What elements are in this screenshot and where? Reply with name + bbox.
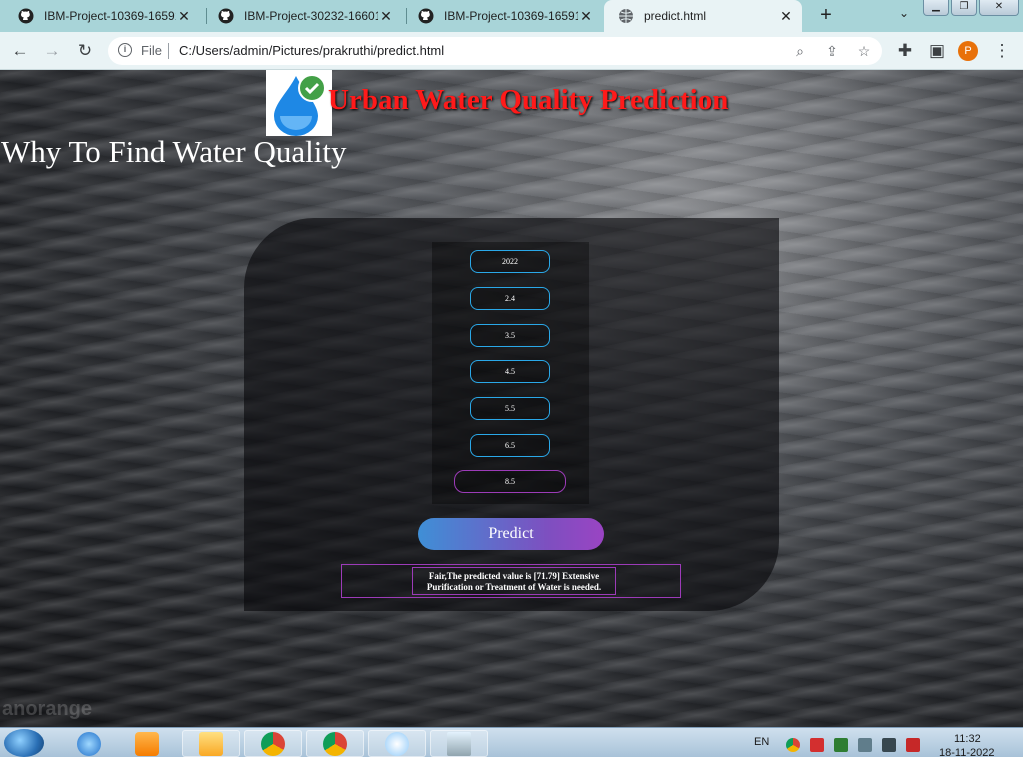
windows-taskbar: EN 11:32 18-11-2022 — [0, 727, 1023, 757]
close-window-icon[interactable]: ✕ — [979, 0, 1019, 16]
close-tab-icon[interactable]: ✕ — [578, 8, 594, 25]
parameter-input-1[interactable]: 2.4 — [470, 287, 550, 310]
prediction-result: Fair,The predicted value is [71.79] Exte… — [412, 567, 616, 595]
tab-ibm-project-2[interactable]: IBM-Project-30232-16601 ✕ — [204, 0, 402, 32]
tab-ibm-project-3[interactable]: IBM-Project-10369-16591 ✕ — [404, 0, 602, 32]
chrome-icon[interactable] — [244, 730, 302, 757]
file-explorer-icon[interactable] — [182, 730, 240, 757]
antivirus-tray-icon[interactable] — [810, 738, 824, 752]
reload-icon[interactable]: ↻ — [73, 39, 97, 63]
chrome-glyph — [323, 731, 347, 756]
address-bar[interactable]: i File C:/Users/admin/Pictures/prakruthi… — [108, 37, 882, 65]
address-divider — [168, 43, 169, 59]
chrome-profile-icon[interactable] — [306, 730, 364, 757]
chrome-glyph — [261, 731, 285, 756]
tab-ibm-project-1[interactable]: IBM-Project-10369-16591 ✕ — [4, 0, 200, 32]
clock-date[interactable]: 18-11-2022 — [939, 747, 994, 757]
share-icon[interactable]: ⇪ — [822, 41, 842, 61]
prediction-panel: 2022 2.4 3.5 4.5 5.5 6.5 8.5 Predict Fai… — [244, 218, 779, 611]
notepad-icon[interactable] — [430, 730, 488, 757]
minimize-icon[interactable]: ▁ — [923, 0, 949, 16]
internet-explorer-icon[interactable] — [60, 730, 118, 757]
water-drop-logo-icon — [266, 70, 332, 136]
site-info-icon[interactable]: i — [118, 43, 132, 57]
close-tab-icon[interactable]: ✕ — [378, 8, 394, 25]
tab-predict[interactable]: predict.html ✕ — [604, 0, 802, 32]
site-title: Urban Water Quality Prediction — [328, 84, 729, 116]
tab-strip: IBM-Project-10369-16591 ✕ IBM-Project-30… — [0, 0, 1023, 32]
github-icon — [418, 8, 434, 24]
predict-button[interactable]: Predict — [418, 518, 604, 550]
github-icon — [218, 8, 234, 24]
tab-search-button[interactable]: ⌄ — [894, 6, 914, 26]
back-arrow-icon[interactable]: ← — [8, 39, 32, 63]
volume-muted-icon[interactable] — [858, 738, 872, 752]
notepad-glyph — [447, 731, 471, 756]
palette-glyph — [385, 731, 409, 756]
close-tab-icon[interactable]: ✕ — [176, 8, 192, 25]
menu-kebab-icon[interactable]: ⋮ — [990, 39, 1014, 63]
new-tab-button[interactable]: + — [814, 4, 838, 28]
media-player-icon[interactable] — [118, 730, 176, 757]
media-glyph — [135, 731, 159, 756]
background-watermark: anorange — [2, 698, 93, 720]
page-viewport: Urban Water Quality Prediction Why To Fi… — [0, 70, 1023, 727]
parameter-input-5[interactable]: 6.5 — [470, 434, 550, 457]
url-text[interactable]: C:/Users/admin/Pictures/prakruthi/predic… — [179, 43, 444, 58]
page-heading: Why To Find Water Quality — [1, 134, 347, 169]
chrome-tray-icon[interactable] — [786, 738, 800, 752]
parameter-input-2[interactable]: 3.5 — [470, 324, 550, 347]
close-tab-icon[interactable]: ✕ — [778, 8, 794, 25]
window-controls: ▁ ❐ ✕ — [921, 0, 1019, 16]
restore-icon[interactable]: ❐ — [951, 0, 977, 16]
extensions-puzzle-icon[interactable]: ✚ — [893, 39, 917, 63]
start-button[interactable] — [4, 729, 44, 757]
globe-icon — [618, 8, 634, 24]
ie-glyph — [77, 731, 101, 756]
input-form: 2022 2.4 3.5 4.5 5.5 6.5 8.5 — [432, 242, 589, 504]
paint-icon[interactable] — [368, 730, 426, 757]
side-panel-icon[interactable]: ▣ — [925, 39, 949, 63]
tab-title: IBM-Project-10369-16591 — [444, 9, 578, 23]
profile-avatar[interactable]: P — [958, 41, 978, 61]
clock-time[interactable]: 11:32 — [954, 733, 981, 745]
browser-toolbar: ← → ↻ i File C:/Users/admin/Pictures/pra… — [0, 32, 1023, 70]
forward-arrow-icon[interactable]: → — [40, 39, 64, 63]
folder-glyph — [199, 731, 223, 756]
parameter-input-4[interactable]: 5.5 — [470, 397, 550, 420]
bookmark-star-icon[interactable]: ☆ — [854, 41, 874, 61]
language-indicator[interactable]: EN — [754, 736, 769, 748]
result-box: Fair,The predicted value is [71.79] Exte… — [341, 564, 681, 598]
parameter-input-6[interactable]: 8.5 — [454, 470, 566, 493]
tab-title: predict.html — [644, 9, 707, 23]
year-input[interactable]: 2022 — [470, 250, 550, 273]
scheme-label: File — [141, 43, 162, 58]
network-icon[interactable] — [882, 738, 896, 752]
tab-title: IBM-Project-10369-16591 — [44, 9, 176, 23]
parameter-input-3[interactable]: 4.5 — [470, 360, 550, 383]
action-center-icon[interactable] — [906, 738, 920, 752]
github-icon — [18, 8, 34, 24]
drive-tray-icon[interactable] — [834, 738, 848, 752]
zoom-icon[interactable]: ⌕ — [790, 41, 810, 61]
tab-title: IBM-Project-30232-16601 — [244, 9, 378, 23]
